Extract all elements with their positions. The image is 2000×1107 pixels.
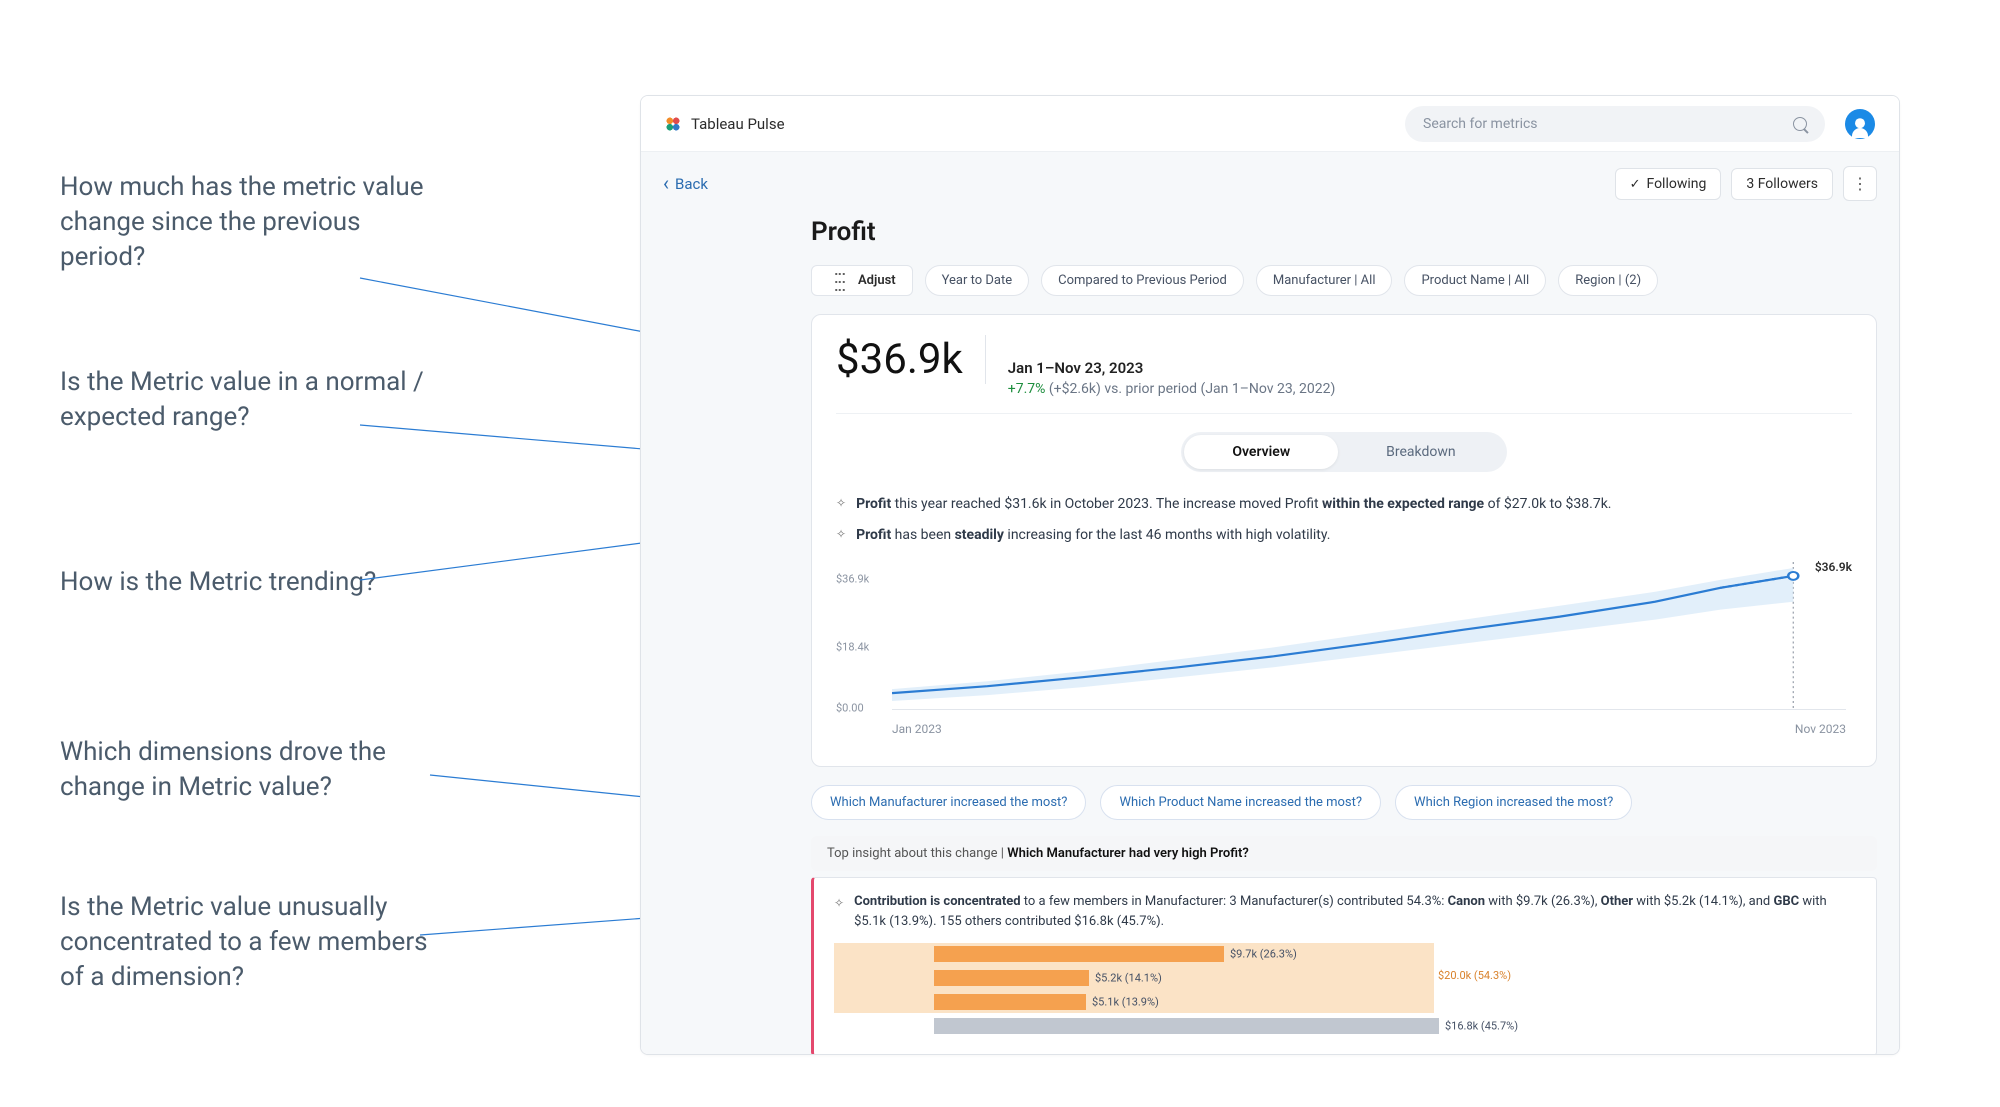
filter-compare[interactable]: Compared to Previous Period — [1041, 265, 1244, 296]
annot-1: How much has the metric value change sin… — [60, 170, 440, 275]
x-label-end: Nov 2023 — [1795, 722, 1846, 736]
page-title: Profit — [811, 217, 1877, 247]
contribution-card: ✧ Contribution is concentrated to a few … — [811, 877, 1877, 1054]
insight1-m2: of $27.0k to $38.7k. — [1484, 496, 1611, 512]
insight1-b1: Profit — [856, 496, 891, 512]
adjust-label: Adjust — [858, 273, 896, 288]
search-placeholder: Search for metrics — [1423, 116, 1538, 132]
app-frame: Tableau Pulse Search for metrics Back Fo… — [640, 95, 1900, 1055]
tab-breakdown[interactable]: Breakdown — [1338, 435, 1503, 469]
question-row: Which Manufacturer increased the most? W… — [811, 785, 1877, 820]
app-body: Back Following 3 Followers Profit Adjust — [641, 152, 1899, 1054]
top-insight-q: Which Manufacturer had very high Profit? — [1007, 846, 1249, 861]
contribution-bar-chart: $20.0k (54.3%) Canon $9.7k (26.3%) Other… — [834, 943, 1856, 1037]
bar-val-canon: $9.7k (26.3%) — [1230, 948, 1297, 961]
kpi-delta-pct: +7.7% — [1008, 381, 1046, 397]
insight1-m1: this year reached $31.6k in October 2023… — [891, 496, 1322, 512]
insight-trend: ✧ Profit has been steadily increasing fo… — [836, 525, 1852, 546]
app-name: Tableau Pulse — [691, 115, 785, 133]
following-label: Following — [1646, 176, 1706, 192]
filter-manufacturer[interactable]: Manufacturer | All — [1256, 265, 1393, 296]
question-region[interactable]: Which Region increased the most? — [1395, 785, 1632, 820]
sparkle-icon: ✧ — [836, 527, 846, 541]
annot-4: Which dimensions drove the change in Met… — [60, 735, 440, 805]
kpi-delta: +7.7% (+$2.6k) vs. prior period (Jan 1–N… — [1008, 381, 1336, 397]
more-icon — [1852, 174, 1868, 193]
app-header: Tableau Pulse Search for metrics — [641, 96, 1899, 152]
search-icon — [1793, 117, 1807, 131]
metric-section: Profit Adjust Year to Date Compared to P… — [641, 201, 1899, 1054]
insight2-b2: steadily — [955, 527, 1004, 543]
filter-product[interactable]: Product Name | All — [1404, 265, 1546, 296]
back-label: Back — [675, 175, 708, 193]
top-insight-bar: Top insight about this change | Which Ma… — [811, 836, 1877, 871]
x-label-start: Jan 2023 — [892, 722, 942, 736]
contrib-b1: Contribution is concentrated — [854, 894, 1021, 909]
filter-row: Adjust Year to Date Compared to Previous… — [811, 265, 1877, 296]
sparkle-icon: ✧ — [834, 894, 844, 931]
annot-3: How is the Metric trending? — [60, 565, 376, 600]
kpi-value: $36.9k — [836, 335, 986, 384]
line-chart: $36.9k $18.4k $0.00 — [836, 556, 1852, 746]
bar-val-other: $5.2k (14.1%) — [1095, 972, 1162, 985]
filter-region[interactable]: Region | (2) — [1558, 265, 1658, 296]
annot-5: Is the Metric value unusually concentrat… — [60, 890, 440, 995]
followers-label: 3 Followers — [1746, 176, 1818, 192]
toolbar: Back Following 3 Followers — [641, 152, 1899, 201]
annot-2: Is the Metric value in a normal / expect… — [60, 365, 440, 435]
y-tick-mid: $18.4k — [836, 641, 869, 654]
insight-lines: ✧ Profit this year reached $31.6k in Oct… — [836, 494, 1852, 546]
search-input[interactable]: Search for metrics — [1405, 106, 1825, 142]
bar-sum: $16.8k (45.7%) — [934, 1018, 1439, 1034]
app-logo: Tableau Pulse — [665, 115, 785, 133]
tab-overview[interactable]: Overview — [1184, 435, 1338, 469]
contrib-t3: with $5.2k (14.1%), and — [1633, 894, 1773, 909]
tab-toggle: Overview Breakdown — [836, 432, 1852, 472]
contrib-t1: to a few members in Manufacturer: 3 Manu… — [1021, 894, 1448, 909]
bar-val-gbc: $5.1k (13.9%) — [1092, 996, 1159, 1009]
question-manufacturer[interactable]: Which Manufacturer increased the most? — [811, 785, 1086, 820]
insight2-m1: has been — [891, 527, 954, 543]
bar-val-sum: $16.8k (45.7%) — [1445, 1020, 1518, 1033]
contrib-t2: with $9.7k (26.3%), — [1485, 894, 1601, 909]
filter-period[interactable]: Year to Date — [925, 265, 1030, 296]
y-tick-top: $36.9k — [836, 572, 869, 585]
kpi-dates: Jan 1–Nov 23, 2023 +7.7% (+$2.6k) vs. pr… — [1008, 359, 1336, 397]
insight2-m2: increasing for the last 46 months with h… — [1004, 527, 1331, 543]
y-tick-bot: $0.00 — [836, 702, 864, 715]
question-product[interactable]: Which Product Name increased the most? — [1100, 785, 1381, 820]
following-button[interactable]: Following — [1615, 168, 1722, 200]
insight1-b2: within the expected range — [1322, 496, 1484, 512]
kpi-card: $36.9k Jan 1–Nov 23, 2023 +7.7% (+$2.6k)… — [811, 314, 1877, 767]
check-icon — [1630, 176, 1641, 192]
kpi-delta-rest: (+$2.6k) vs. prior period (Jan 1–Nov 23,… — [1045, 381, 1335, 397]
endpoint-label: $36.9k — [1815, 560, 1852, 574]
bar-other: $5.2k (14.1%) — [934, 970, 1089, 986]
adjust-button[interactable]: Adjust — [811, 265, 913, 296]
plot-area — [892, 562, 1846, 710]
contrib-b2: Canon — [1448, 894, 1485, 909]
contrib-b4: GBC — [1773, 894, 1799, 909]
bar-gbc: $5.1k (13.9%) — [934, 994, 1086, 1010]
kpi-date-range: Jan 1–Nov 23, 2023 — [1008, 359, 1336, 377]
followers-button[interactable]: 3 Followers — [1731, 168, 1833, 200]
bar-canon: $9.7k (26.3%) — [934, 946, 1224, 962]
more-menu-button[interactable] — [1843, 166, 1877, 201]
contrib-b3: Other — [1601, 894, 1633, 909]
avatar[interactable] — [1845, 109, 1875, 139]
back-link[interactable]: Back — [663, 175, 708, 193]
insight-expected-range: ✧ Profit this year reached $31.6k in Oct… — [836, 494, 1852, 515]
insight2-b1: Profit — [856, 527, 891, 543]
sparkle-icon: ✧ — [836, 496, 846, 510]
top-insight-pre: Top insight about this change | — [827, 846, 1007, 861]
kpi-header: $36.9k Jan 1–Nov 23, 2023 +7.7% (+$2.6k)… — [836, 335, 1852, 414]
tableau-pulse-icon — [665, 116, 681, 132]
